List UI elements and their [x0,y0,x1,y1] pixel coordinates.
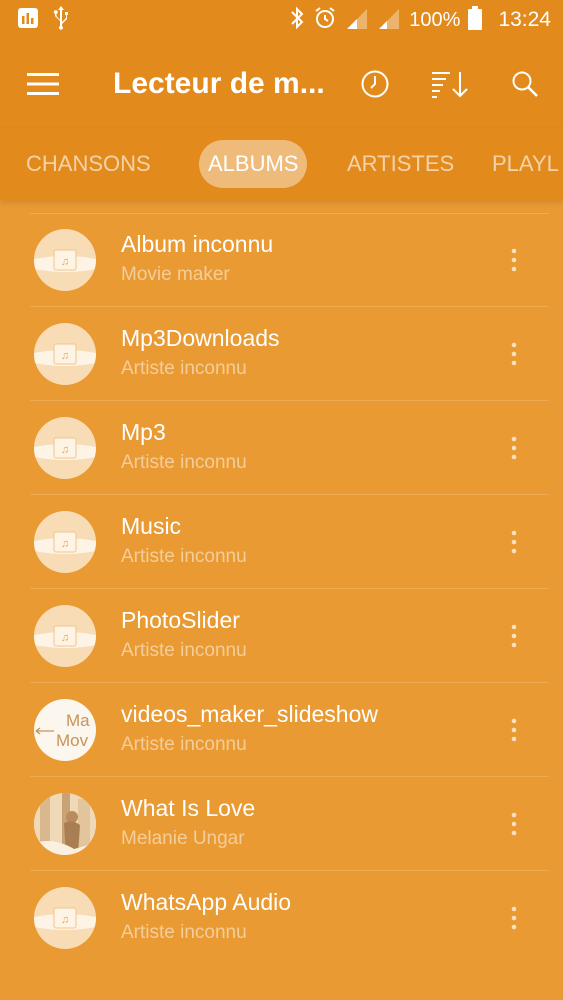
album-title: Mp3Downloads [121,325,280,351]
album-artist: Artiste inconnu [121,734,247,755]
svg-text:♫: ♫ [61,632,69,644]
album-row[interactable]: ♫ Album inconnu Movie maker [30,213,549,307]
album-title: Album inconnu [121,231,274,257]
album-title: WhatsApp Audio [121,889,292,915]
album-row[interactable]: ♫ WhatsApp Audio Artiste inconnu [30,871,549,965]
album-title: PhotoSlider [121,607,240,633]
more-options-icon[interactable] [499,240,529,280]
search-icon[interactable] [503,62,547,106]
status-bar: 100% 13:24 [0,0,563,40]
album-art-icon: ♫ [34,625,96,648]
album-artist: Melanie Ungar [121,828,245,849]
album-art: ♫ [34,417,96,479]
album-art-icon: ♫ [34,343,96,366]
tab-albums[interactable]: ALBUMS [199,140,308,188]
album-row[interactable]: ♫ Mp3 Artiste inconnu [30,401,549,495]
music-player-screen: 100% 13:24 Lecteur de m... CHANSONS ALBU… [0,0,563,1000]
tab-playlists[interactable]: PLAYL [492,140,559,188]
album-row[interactable]: ♫ PhotoSlider Artiste inconnu [30,589,549,683]
album-title: Mp3 [121,419,166,445]
signal-icon [345,7,369,34]
signal-icon [377,7,401,34]
svg-text:♫: ♫ [61,350,69,362]
tab-artistes[interactable]: ARTISTES [347,140,454,188]
thumb-text-line1: Ma [66,711,90,730]
album-art-icon: ♫ [34,249,96,272]
album-art-text-thumbnail: Ma Mov [34,699,96,761]
app-toolbar: Lecteur de m... [0,40,563,128]
menu-icon[interactable] [20,64,66,104]
usb-icon [50,5,72,35]
battery-icon [468,5,483,35]
album-row[interactable]: Ma Mov videos_maker_slideshow Artiste inc… [30,683,549,777]
battery-percent: 100% [409,8,461,31]
history-icon[interactable] [353,62,397,106]
category-tabs: CHANSONS ALBUMS ARTISTES PLAYL [0,128,563,200]
more-options-icon[interactable] [499,428,529,468]
alarm-icon [313,6,337,35]
album-title: videos_maker_slideshow [121,701,378,727]
album-artist: Artiste inconnu [121,452,247,473]
more-options-icon[interactable] [499,710,529,750]
album-list: ♫ Album inconnu Movie maker ♫ Mp3Downloa… [0,213,563,965]
album-row[interactable]: ♫ Music Artiste inconnu [30,495,549,589]
album-artist: Artiste inconnu [121,640,247,661]
page-title: Lecteur de m... [113,67,323,100]
clock: 13:24 [498,8,551,31]
album-art-icon: ♫ [34,531,96,554]
album-artist: Artiste inconnu [121,922,247,943]
album-art-icon: ♫ [34,437,96,460]
album-art: ♫ [34,229,96,291]
album-artist: Artiste inconnu [121,358,247,379]
album-art: ♫ [34,511,96,573]
tab-chansons[interactable]: CHANSONS [26,140,151,188]
album-art-photo [34,793,96,855]
svg-text:♫: ♫ [61,256,69,268]
equalizer-app-icon [18,7,38,33]
album-art: ♫ [34,605,96,667]
thumb-text-line2: Mov [56,731,89,750]
album-artist: Artiste inconnu [121,546,247,567]
album-artist: Movie maker [121,264,230,285]
album-art: ♫ [34,323,96,385]
svg-text:♫: ♫ [61,444,69,456]
svg-text:♫: ♫ [61,914,69,926]
more-options-icon[interactable] [499,804,529,844]
sort-icon[interactable] [428,62,472,106]
album-art-icon: ♫ [34,907,96,930]
bluetooth-icon [289,6,305,35]
more-options-icon[interactable] [499,616,529,656]
album-title: What Is Love [121,795,256,821]
album-row[interactable]: What Is Love Melanie Ungar [30,777,549,871]
more-options-icon[interactable] [499,898,529,938]
album-art: ♫ [34,887,96,949]
more-options-icon[interactable] [499,522,529,562]
more-options-icon[interactable] [499,334,529,374]
album-row[interactable]: ♫ Mp3Downloads Artiste inconnu [30,307,549,401]
svg-text:♫: ♫ [61,538,69,550]
album-title: Music [121,513,182,539]
